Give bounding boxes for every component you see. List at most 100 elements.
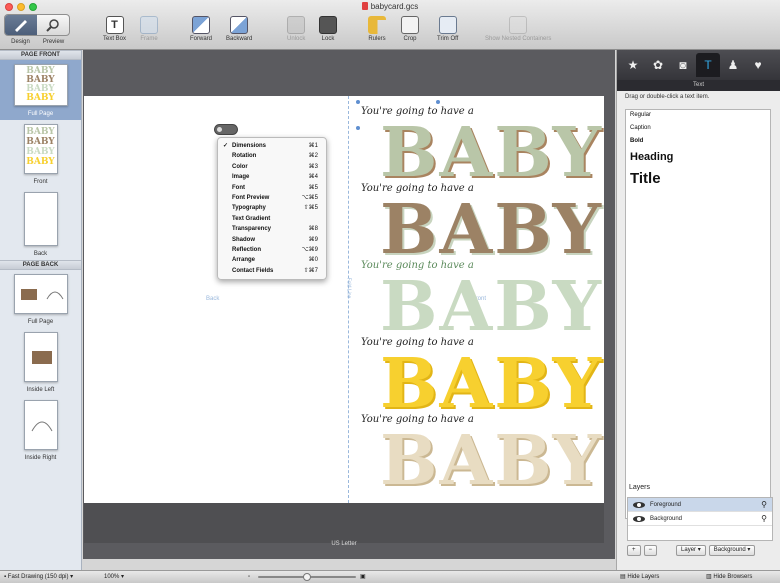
remove-layer-button[interactable]: − [643, 545, 658, 556]
page-front-header: PAGE FRONT [0, 50, 81, 60]
menu-item-typography[interactable]: Typography ⇧⌘5 [218, 203, 326, 213]
tagline-text[interactable]: You're going to have a [361, 337, 474, 348]
zoom-in-icon[interactable]: ▣ [360, 571, 366, 583]
selection-handle[interactable] [436, 100, 440, 104]
tagline-text[interactable]: You're going to have a [361, 414, 474, 425]
inspector-toggle[interactable] [214, 124, 238, 135]
menu-item-font-preview[interactable]: Font Preview ⌥⌘5 [218, 193, 326, 203]
layers-header: Layers [629, 484, 651, 491]
hide-browsers-button[interactable]: ▥ Hide Browsers [706, 571, 752, 583]
tagline-text[interactable]: You're going to have a [361, 106, 474, 117]
page-front-front[interactable]: BABY BABY BABY BABY Front [0, 120, 81, 188]
layer-popup[interactable]: Layer ▾ [676, 545, 706, 556]
menu-item-shadow[interactable]: Shadow ⌘9 [218, 235, 326, 245]
menu-item-image[interactable]: Image ⌘4 [218, 172, 326, 182]
page-back-full-page[interactable]: Full Page [0, 270, 81, 328]
backward-button[interactable]: Backward [226, 16, 252, 42]
unlock-button[interactable]: Unlock [287, 16, 305, 42]
magnifier-icon[interactable]: ⚲ [761, 512, 767, 526]
nested-containers-icon [509, 16, 528, 34]
magnifier-icon [46, 19, 59, 32]
zoom-out-icon[interactable]: ▫ [248, 571, 250, 583]
photo-icon [31, 351, 52, 364]
text-box-button[interactable]: T Text Box [103, 16, 126, 42]
show-nested-containers-button[interactable]: Show Nested Containers [485, 16, 551, 42]
flower-tab-icon[interactable]: ✿ [646, 53, 670, 77]
page-back-inside-right[interactable]: Inside Right [0, 396, 81, 464]
back-thumbnail [23, 192, 58, 246]
baby-text-sage[interactable]: BABY [380, 274, 604, 340]
fold-line [348, 96, 349, 503]
layer-row-foreground[interactable]: Foreground ⚲ [628, 498, 772, 512]
baby-text-chevron[interactable]: BABY [380, 197, 604, 263]
person-tab-icon[interactable]: ♟ [721, 53, 745, 77]
menu-shortcut: ⌥⌘5 [301, 194, 318, 201]
baby-text-yellow[interactable]: BABY [380, 351, 604, 417]
camera-tab-icon[interactable]: ◙ [671, 53, 695, 77]
front-thumbnail: BABY BABY BABY BABY [23, 124, 58, 174]
menu-item-arrange[interactable]: Arrange ⌘0 [218, 255, 326, 265]
crop-icon [401, 16, 419, 34]
baby-text-dots[interactable]: BABY [380, 120, 604, 186]
text-style-bold[interactable]: Bold [630, 138, 766, 144]
thumbnail-label: Back [33, 251, 48, 257]
favorites-tab-icon[interactable]: ★ [621, 53, 645, 77]
menu-item-font[interactable]: Font ⌘5 [218, 183, 326, 193]
window-toolbar: babycard.gcs Design Preview T Text Box F… [0, 0, 780, 50]
trim-off-button[interactable]: Trim Off [437, 16, 458, 42]
text-style-title[interactable]: Title [630, 170, 766, 187]
mode-switch[interactable] [4, 14, 70, 36]
layers-list: Foreground ⚲ Background ⚲ [627, 497, 773, 541]
rulers-button[interactable]: Rulers [368, 16, 386, 42]
menu-item-transparency[interactable]: Transparency ⌘8 [218, 224, 326, 234]
menu-item-rotation[interactable]: Rotation ⌘2 [218, 151, 326, 161]
forward-button[interactable]: Forward [190, 16, 212, 42]
menu-shortcut: ⌥⌘9 [301, 246, 318, 253]
zoom-slider-knob[interactable] [303, 573, 311, 581]
menu-item-reflection[interactable]: Reflection ⌥⌘9 [218, 245, 326, 255]
background-popup[interactable]: Background ▾ [708, 545, 756, 556]
text-tab-icon[interactable]: T [696, 53, 720, 77]
crop-button[interactable]: Crop [401, 16, 419, 42]
menu-item-contact-fields[interactable]: Contact Fields ⇧⌘7 [218, 266, 326, 276]
add-layer-button[interactable]: + [627, 545, 641, 556]
unlock-icon [287, 16, 306, 34]
hide-layers-button[interactable]: ▤ Hide Layers [620, 571, 659, 583]
drawing-quality-popup[interactable]: ▪ Fast Drawing (150 dpi) ▾ [4, 571, 73, 583]
text-style-heading[interactable]: Heading [630, 151, 766, 163]
eye-icon[interactable] [633, 502, 645, 508]
zoom-slider[interactable] [258, 573, 356, 581]
page-front-full-page[interactable]: BABY BABY BABY BABY Full Page [0, 60, 81, 120]
selection-handle[interactable] [356, 126, 360, 130]
magnifier-icon[interactable]: ⚲ [761, 498, 767, 512]
pasteboard [84, 503, 604, 543]
eye-icon[interactable] [633, 516, 645, 522]
frame-button[interactable]: Frame [140, 16, 158, 42]
tagline-text[interactable]: You're going to have a [361, 183, 474, 194]
arc-graphic [31, 421, 52, 432]
page-browser: PAGE FRONT BABY BABY BABY BABY Full Page… [0, 50, 82, 570]
page-front-back[interactable]: Back [0, 188, 81, 260]
window-title: babycard.gcs [0, 2, 780, 11]
frame-icon [140, 16, 158, 34]
checkmark-icon: ✓ [223, 143, 229, 149]
lock-button[interactable]: Lock [319, 16, 337, 42]
selection-handle[interactable] [356, 100, 360, 104]
tagline-text[interactable]: You're going to have a [361, 260, 474, 271]
zoom-popup[interactable]: 100% ▾ [104, 571, 124, 583]
menu-shortcut: ⌘1 [308, 143, 318, 149]
heart-tab-icon[interactable]: ♥ [746, 53, 770, 77]
menu-item-text-gradient[interactable]: Text Gradient [218, 214, 326, 224]
preview-mode-button[interactable] [37, 15, 69, 35]
pencil-icon [15, 20, 27, 32]
text-style-regular[interactable]: Regular [630, 112, 766, 118]
page-back-inside-left[interactable]: Inside Left [0, 328, 81, 396]
menu-item-dimensions[interactable]: ✓ Dimensions ⌘1 [218, 141, 326, 151]
menu-item-color[interactable]: Color ⌘3 [218, 162, 326, 172]
paper-size-label: US Letter [331, 541, 357, 547]
baby-text-damask[interactable]: BABY [380, 428, 604, 494]
design-mode-button[interactable] [5, 15, 37, 35]
menu-shortcut: ⌘2 [308, 153, 318, 160]
text-style-caption[interactable]: Caption [630, 125, 766, 131]
layer-row-background[interactable]: Background ⚲ [628, 512, 772, 526]
